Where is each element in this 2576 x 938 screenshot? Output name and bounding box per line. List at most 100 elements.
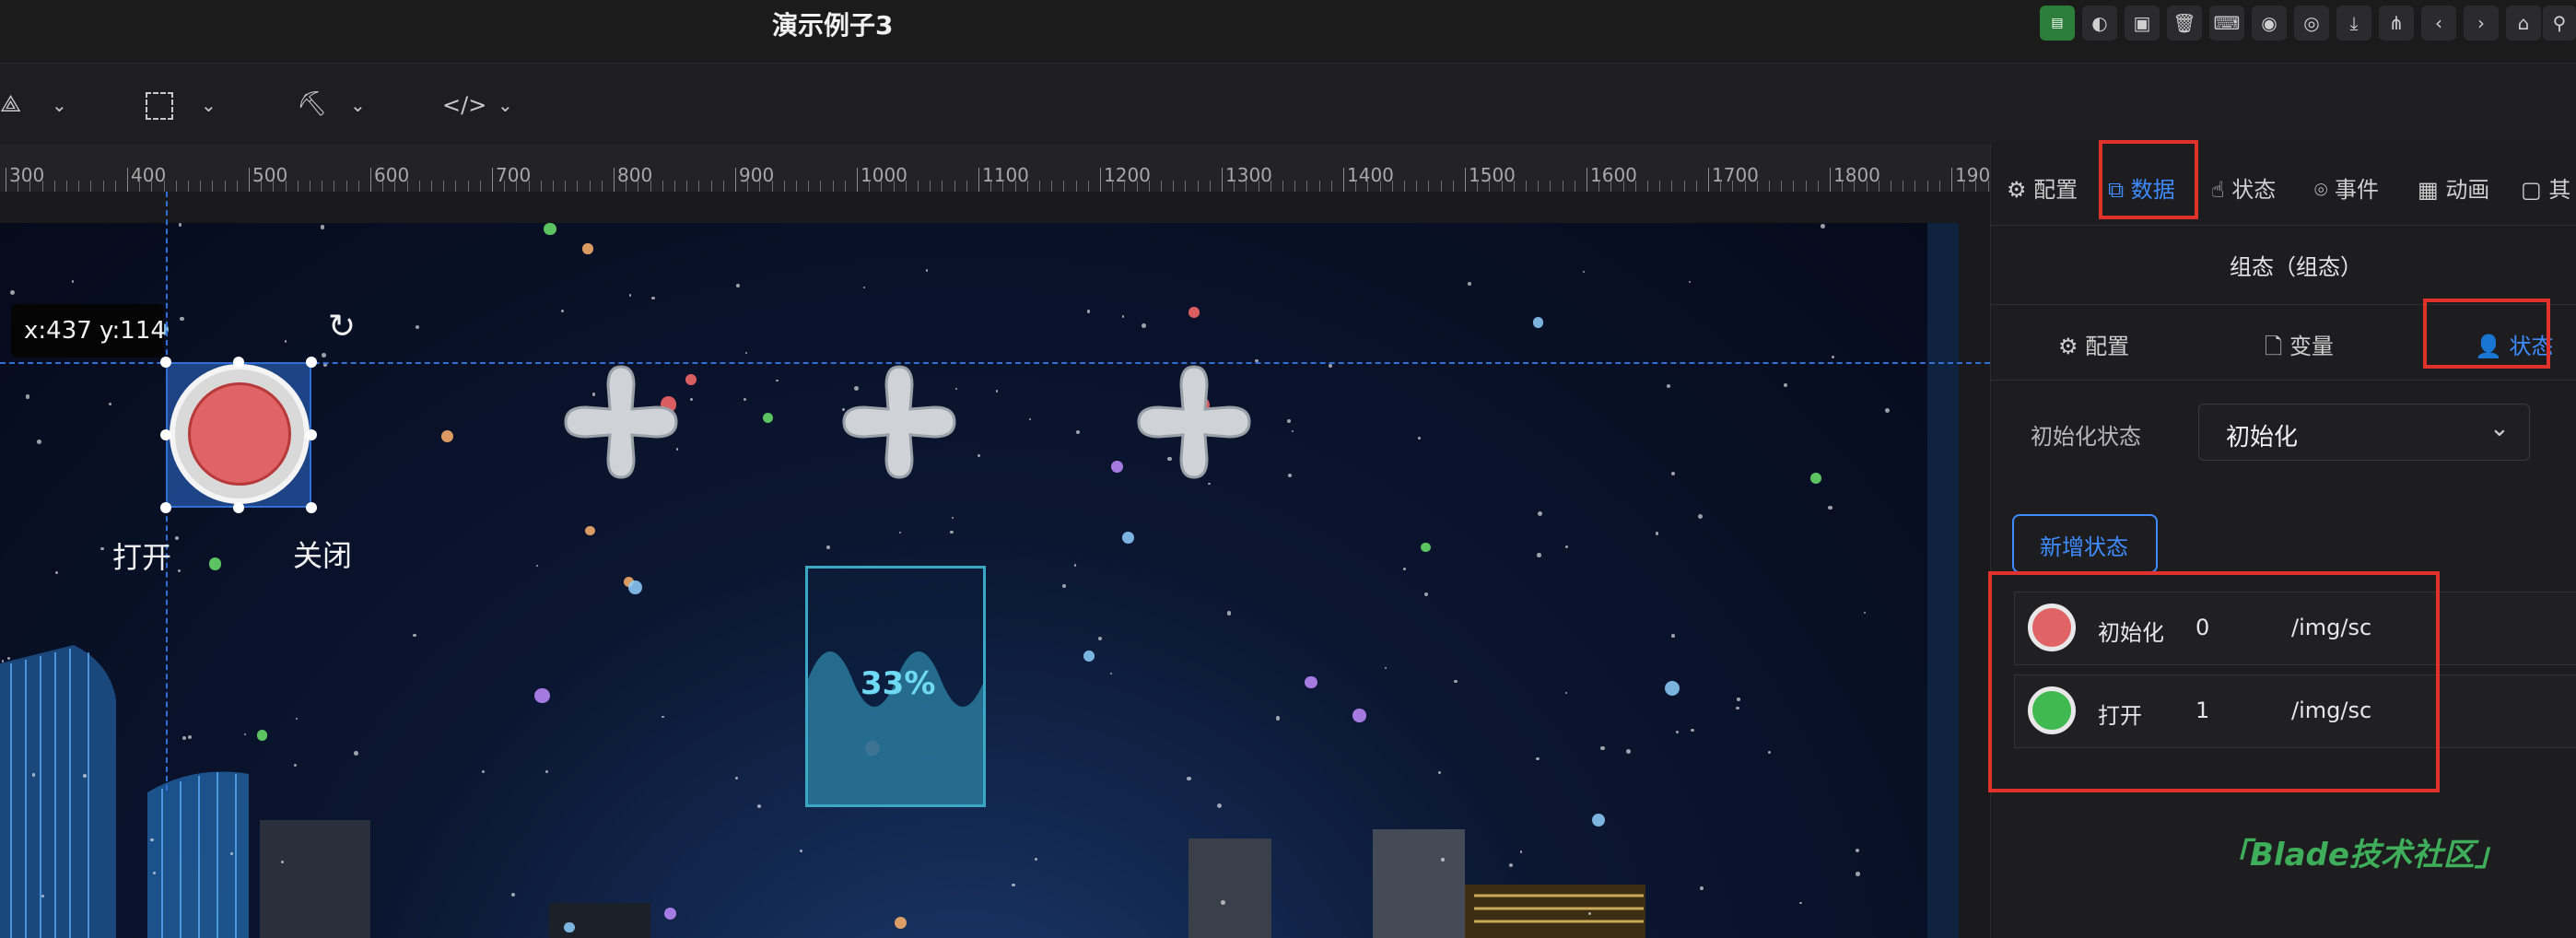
paint-brush-icon[interactable]: ⛏	[297, 90, 327, 118]
ruler-tick	[978, 168, 979, 192]
star	[690, 398, 693, 401]
star	[256, 730, 268, 741]
download-icon[interactable]: ⤓	[2336, 6, 2371, 41]
location-icon[interactable]: ⚲	[2543, 6, 2576, 41]
star	[1440, 857, 1445, 862]
fan-icon[interactable]	[1130, 358, 1259, 487]
ruler-tick	[1598, 181, 1600, 192]
star	[152, 871, 156, 874]
star	[6, 656, 11, 661]
ruler-tick	[1975, 181, 1977, 192]
ruler-tick	[1136, 181, 1138, 192]
star	[776, 379, 779, 381]
star	[1454, 680, 1458, 684]
resize-handle[interactable]	[306, 357, 317, 368]
tab-animation[interactable]: ▦ 动画	[2418, 171, 2489, 204]
ruler-tick	[589, 181, 591, 192]
tank-percent: 33%	[861, 665, 936, 702]
ruler-tick	[954, 181, 955, 192]
chevron-down-icon[interactable]: ⌄	[498, 94, 513, 116]
star	[187, 735, 192, 740]
grid-icon: ▦	[2418, 177, 2446, 203]
ruler-tick	[1002, 181, 1004, 192]
star	[150, 838, 154, 842]
xls-icon[interactable]: ▤	[2040, 6, 2075, 41]
fan-icon[interactable]	[556, 358, 685, 487]
chevron-down-icon[interactable]: ⌄	[350, 94, 366, 116]
star	[561, 309, 565, 312]
chevron-down-icon[interactable]: ⌄	[52, 94, 67, 116]
star	[1655, 532, 1659, 535]
chevron-right-icon[interactable]: ›	[2464, 6, 2499, 41]
star	[1086, 310, 1091, 313]
star	[481, 769, 486, 774]
tab-other[interactable]: ▢ 其	[2521, 171, 2570, 204]
resize-handle[interactable]	[306, 502, 317, 513]
eye-icon[interactable]: ◎	[2294, 6, 2329, 41]
ruler-tick	[1270, 181, 1271, 192]
ruler-tick-label: 700	[496, 164, 532, 186]
resize-handle[interactable]	[233, 502, 244, 513]
save-icon[interactable]: ▣	[2125, 6, 2160, 41]
ruler-tick	[832, 181, 834, 192]
ruler-tick	[1477, 181, 1479, 192]
ruler-tick	[431, 181, 432, 192]
ruler-tick	[1161, 181, 1162, 192]
rotate-icon[interactable]: ↻	[328, 308, 356, 346]
trash-icon[interactable]: 🗑	[2167, 6, 2202, 41]
star	[1418, 437, 1421, 440]
ruler-tick	[1805, 181, 1807, 192]
highlight-box	[2423, 299, 2550, 369]
star	[230, 852, 234, 856]
divider	[1990, 225, 2576, 226]
ruler-tick	[1501, 181, 1503, 192]
palette-icon[interactable]: ◐	[2082, 6, 2117, 41]
shapes-icon[interactable]: ⟁	[0, 90, 21, 119]
ruler-tick	[1355, 181, 1357, 192]
star	[9, 289, 15, 295]
share-icon[interactable]: ⋔	[2379, 6, 2414, 41]
ruler-tick	[1112, 181, 1114, 192]
chevron-down-icon[interactable]: ⌄	[201, 94, 217, 116]
fan-icon[interactable]	[835, 358, 964, 487]
camera-icon[interactable]: ◉	[2252, 6, 2287, 41]
resize-handle[interactable]	[306, 429, 317, 440]
star	[1421, 542, 1431, 553]
resize-handle[interactable]	[160, 429, 171, 440]
label-close: 关闭	[293, 538, 353, 573]
ruler-tick	[1185, 181, 1187, 192]
ruler-tick-label: 1000	[861, 164, 907, 186]
keyboard-icon[interactable]: ⌨	[2209, 6, 2244, 41]
subtab-config[interactable]: ⚙ 配置	[2058, 328, 2129, 360]
ruler-tick	[1695, 181, 1697, 192]
ruler-tick	[528, 181, 530, 192]
tab-event[interactable]: ⌾ 事件	[2314, 171, 2379, 204]
ruler-tick	[1926, 181, 1928, 192]
ruler-tick	[1793, 181, 1795, 192]
tab-state[interactable]: ☝ 状态	[2211, 171, 2276, 204]
home-icon[interactable]: ⌂	[2506, 6, 2541, 41]
resize-handle[interactable]	[160, 357, 171, 368]
chevron-left-icon[interactable]: ‹	[2421, 6, 2456, 41]
resize-handle[interactable]	[233, 357, 244, 368]
star	[951, 516, 954, 520]
ruler-tick	[783, 181, 785, 192]
star	[109, 403, 112, 406]
star	[1226, 611, 1232, 616]
ruler-tick	[1550, 181, 1551, 192]
code-icon[interactable]: </>	[442, 92, 486, 118]
select-icon[interactable]	[146, 92, 173, 120]
ruler-tick-label: 400	[131, 164, 167, 186]
star	[1291, 429, 1294, 433]
subtab-variables[interactable]: 🗋 变量	[2265, 328, 2334, 369]
ruler-tick	[1744, 181, 1746, 192]
ruler-tick	[516, 181, 518, 192]
resize-handle[interactable]	[160, 502, 171, 513]
star	[441, 429, 453, 442]
ruler-tick	[650, 181, 651, 192]
star	[1097, 636, 1102, 640]
star	[651, 296, 655, 300]
star	[82, 774, 87, 779]
ruler-tick	[1282, 181, 1283, 192]
tab-config[interactable]: ⚙ 配置	[2007, 171, 2078, 204]
